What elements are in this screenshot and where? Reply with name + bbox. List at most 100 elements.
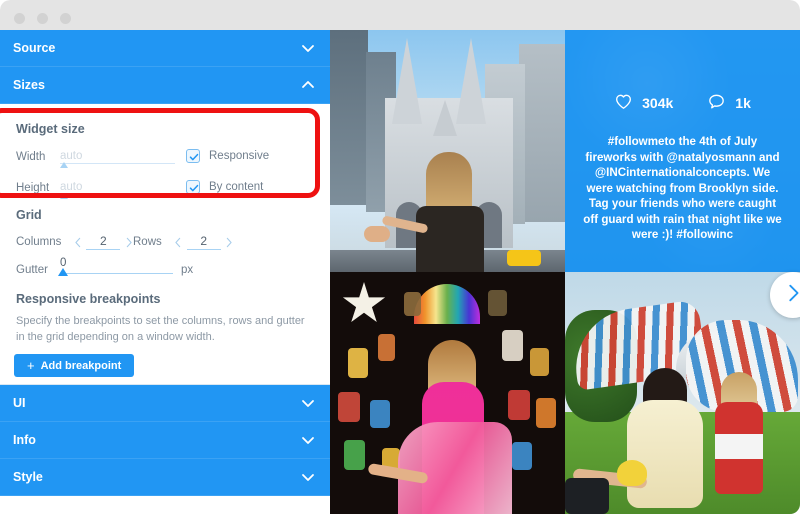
photo-scarf <box>398 422 512 514</box>
check-icon <box>189 153 199 161</box>
photo-person-dress <box>627 400 703 508</box>
by-content-checkbox-wrap[interactable]: By content <box>186 180 263 194</box>
lantern-market-photo[interactable] <box>330 272 565 514</box>
photo-lantern <box>512 442 532 470</box>
photo-sleeve <box>565 478 609 514</box>
breakpoints-description: Specify the breakpoints to set the colum… <box>16 315 305 343</box>
photo-lantern <box>378 334 395 361</box>
gutter-slider-track[interactable] <box>60 273 173 274</box>
accordion-label-info: Info <box>13 433 36 447</box>
comment-icon <box>707 92 726 114</box>
gutter-slider-row: Gutter 0 px <box>16 257 306 280</box>
lawn-pavilion-photo[interactable] <box>565 272 800 514</box>
photo-spire <box>433 100 457 136</box>
close-dot[interactable] <box>14 13 25 24</box>
photo-taxi <box>507 250 541 266</box>
heart-icon <box>614 92 633 114</box>
accordion-header-ui[interactable]: UI <box>0 385 330 422</box>
maximize-dot[interactable] <box>60 13 71 24</box>
width-row: Width auto Responsive <box>16 149 316 171</box>
breakpoints-group: Responsive breakpoints Specify the break… <box>0 286 330 385</box>
gutter-unit: px <box>181 264 194 276</box>
photo-lantern <box>502 330 523 361</box>
comments-stat: 1k <box>707 92 751 114</box>
height-slider-thumb[interactable] <box>60 193 68 199</box>
grid-group: Grid Columns 2 Rows 2 Gutter 0 px <box>0 201 330 286</box>
height-row: Height auto By content <box>16 180 316 202</box>
add-breakpoint-label: Add breakpoint <box>40 359 122 372</box>
photo-lantern <box>488 290 507 316</box>
app-window: Source Sizes Widget size Width auto Resp… <box>0 0 800 514</box>
by-content-checkbox[interactable] <box>186 180 200 194</box>
width-placeholder: auto <box>60 150 83 162</box>
photo-spire <box>456 38 486 124</box>
accordion-header-style[interactable]: Style <box>0 459 330 496</box>
photo-lantern <box>344 440 365 470</box>
chevron-up-icon <box>300 77 316 93</box>
photo-lantern <box>348 348 368 378</box>
responsive-checkbox[interactable] <box>186 149 200 163</box>
gallery-preview: 304k 1k #followmeto the 4th of July fire… <box>330 30 800 514</box>
chevron-right-icon <box>782 282 800 309</box>
accordion-header-info[interactable]: Info <box>0 422 330 459</box>
window-titlebar <box>0 0 800 30</box>
rows-increment-icon[interactable] <box>223 234 236 250</box>
by-content-label: By content <box>209 181 264 193</box>
likes-stat: 304k <box>614 92 673 114</box>
gutter-label: Gutter <box>16 264 48 276</box>
photo-lantern <box>404 292 421 316</box>
rows-value[interactable]: 2 <box>186 234 221 250</box>
accordion-label-sizes: Sizes <box>13 78 45 92</box>
photo-lantern <box>536 398 556 428</box>
columns-label: Columns <box>16 236 62 248</box>
columns-decrement-icon[interactable] <box>71 234 84 250</box>
accordion-label-ui: UI <box>13 396 26 410</box>
accordion-header-source[interactable]: Source <box>0 30 330 67</box>
photo-hand <box>364 226 390 242</box>
breakpoints-title: Responsive breakpoints <box>16 292 161 306</box>
sizes-panel-body: Widget size Width auto Responsive Height… <box>0 104 330 385</box>
photo-lantern <box>338 392 360 422</box>
rows-stepper: Rows 2 <box>133 234 236 250</box>
check-icon <box>189 184 199 192</box>
chevron-down-icon <box>300 40 316 56</box>
photo-flower <box>617 460 647 486</box>
widget-size-title: Widget size <box>16 122 85 136</box>
cathedral-photo[interactable] <box>330 30 565 272</box>
photo-lantern <box>530 348 549 376</box>
chevron-down-icon <box>300 469 316 485</box>
responsive-checkbox-wrap[interactable]: Responsive <box>186 149 269 163</box>
chevron-down-icon <box>300 395 316 411</box>
add-breakpoint-button[interactable]: + Add breakpoint <box>14 354 135 377</box>
widget-size-group: Widget size Width auto Responsive Height… <box>0 104 330 201</box>
height-underline <box>60 194 175 195</box>
photo-lantern <box>370 400 390 428</box>
comments-count: 1k <box>735 95 751 111</box>
accordion-header-sizes[interactable]: Sizes <box>0 67 330 104</box>
height-placeholder: auto <box>60 181 83 193</box>
rows-label: Rows <box>133 236 162 248</box>
likes-count: 304k <box>642 95 674 111</box>
gutter-slider-thumb[interactable] <box>58 268 68 276</box>
post-stats: 304k 1k <box>565 92 800 114</box>
columns-value[interactable]: 2 <box>86 234 121 250</box>
photo-person-dress <box>715 402 763 494</box>
photo-building <box>519 44 565 222</box>
grid-title: Grid <box>16 208 42 222</box>
photo-spire <box>392 38 422 124</box>
photo-person-dress <box>416 206 484 272</box>
width-slider-thumb[interactable] <box>60 162 68 168</box>
width-underline <box>60 163 175 164</box>
minimize-dot[interactable] <box>37 13 48 24</box>
photo-lantern <box>508 390 530 420</box>
instagram-post-overlay[interactable]: 304k 1k #followmeto the 4th of July fire… <box>565 30 800 272</box>
accordion-label-style: Style <box>13 470 43 484</box>
chevron-down-icon <box>300 432 316 448</box>
width-input[interactable]: auto <box>60 149 175 168</box>
plus-icon: + <box>27 358 35 373</box>
post-caption: #followmeto the 4th of July fireworks wi… <box>583 135 782 241</box>
rows-decrement-icon[interactable] <box>172 234 185 250</box>
height-input[interactable]: auto <box>60 180 175 199</box>
settings-panel: Source Sizes Widget size Width auto Resp… <box>0 30 330 514</box>
responsive-label: Responsive <box>209 150 270 162</box>
